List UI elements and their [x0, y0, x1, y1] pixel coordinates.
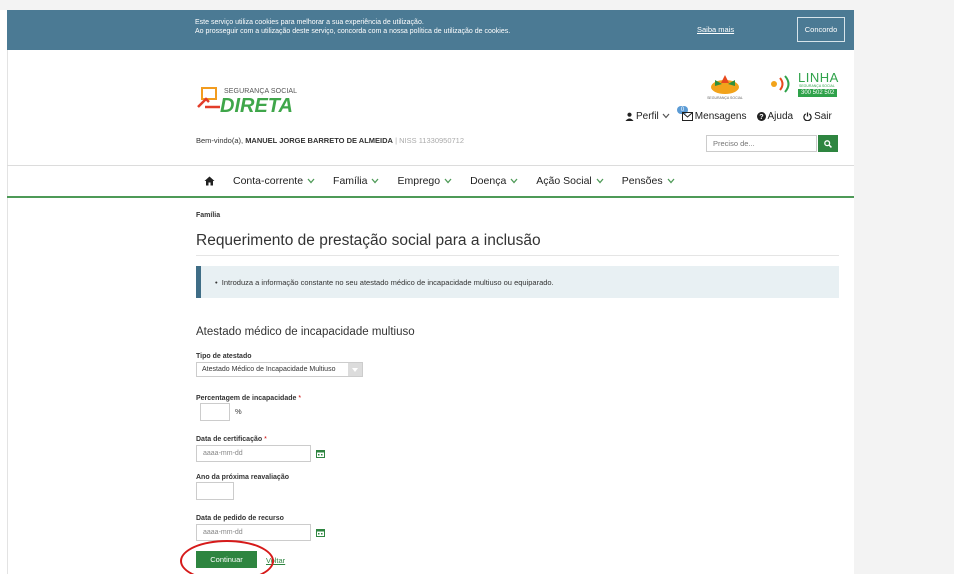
nav-conta-corrente[interactable]: Conta-corrente	[233, 175, 315, 187]
nav-familia[interactable]: Família	[333, 175, 379, 187]
cookie-accept-button[interactable]: Concordo	[797, 17, 845, 42]
nav-familia-label: Família	[333, 175, 368, 187]
search-button[interactable]	[818, 135, 838, 152]
logo-mark-icon	[197, 87, 220, 109]
info-box: • Introduza a informação constante no se…	[196, 266, 839, 298]
chevron-down-icon	[662, 113, 670, 119]
linha-sub: SEGURANÇA SOCIAL	[799, 84, 835, 88]
ajuda-link[interactable]: ? Ajuda	[756, 110, 794, 122]
chevron-down-icon	[596, 178, 604, 184]
nav-acao-social-label: Ação Social	[536, 175, 592, 187]
page-title: Requerimento de prestação social para a …	[196, 232, 541, 249]
nav-pensoes-label: Pensões	[621, 175, 663, 187]
data-recurso-input[interactable]: aaaa-mm-dd	[196, 524, 311, 541]
linha-logo: LINHA SEGURANÇA SOCIAL 300 502 502	[768, 70, 840, 100]
header-divider	[7, 165, 854, 166]
cookie-line-2: Ao prosseguir com a utilização deste ser…	[195, 28, 511, 35]
title-divider	[196, 255, 839, 256]
sair-label: Sair	[814, 110, 832, 122]
chevron-down-icon	[667, 178, 675, 184]
logo-small-text: SEGURANÇA SOCIAL	[224, 88, 298, 95]
cookie-text: Este serviço utiliza cookies para melhor…	[195, 18, 510, 36]
left-border	[7, 10, 8, 574]
search-input[interactable]	[706, 135, 817, 152]
calendar-icon[interactable]	[316, 528, 325, 537]
percentagem-label: Percentagem de incapacidade *	[196, 395, 301, 402]
nav-doenca[interactable]: Doença	[470, 175, 518, 187]
ss-logo-text: SEGURANÇA SOCIAL	[707, 96, 743, 100]
breadcrumb[interactable]: Família	[196, 212, 220, 219]
chevron-down-icon	[371, 178, 379, 184]
perfil-label: Perfil	[636, 110, 659, 122]
svg-text:?: ?	[759, 112, 763, 121]
ano-reavaliacao-input[interactable]	[196, 482, 234, 500]
linha-word: LINHA	[798, 70, 839, 85]
data-certificacao-placeholder: aaaa-mm-dd	[203, 450, 243, 457]
nav-emprego[interactable]: Emprego	[397, 175, 452, 187]
cookie-line-1: Este serviço utiliza cookies para melhor…	[195, 19, 424, 26]
percentagem-input[interactable]	[200, 403, 230, 421]
ajuda-label: Ajuda	[767, 110, 794, 122]
main-nav: Conta-corrente Família Emprego Doença Aç…	[204, 173, 693, 189]
data-certificacao-label: Data de certificação *	[196, 436, 267, 443]
nav-acao-social[interactable]: Ação Social	[536, 175, 604, 187]
power-icon	[803, 111, 812, 121]
data-certificacao-label-text: Data de certificação	[196, 436, 263, 443]
envelope-icon	[681, 111, 693, 121]
logo-big-text: DIRETA	[220, 95, 293, 117]
continue-button[interactable]: Continuar	[196, 551, 257, 568]
linha-number: 300 502 502	[798, 89, 838, 97]
welcome-text: Bem-vindo(a), MANUEL JORGE BARRETO DE AL…	[196, 136, 464, 145]
info-message: • Introduza a informação constante no se…	[215, 278, 554, 287]
help-icon: ?	[756, 111, 766, 121]
niss-text: | NISS 11330950712	[392, 136, 465, 145]
percent-unit: %	[235, 407, 242, 416]
phone-signal-icon	[771, 75, 790, 93]
nav-conta-corrente-label: Conta-corrente	[233, 175, 304, 187]
perfil-menu[interactable]: Perfil	[625, 111, 672, 122]
data-recurso-label: Data de pedido de recurso	[196, 515, 284, 522]
tipo-atestado-value: Atestado Médico de Incapacidade Multiuso	[202, 366, 336, 373]
required-marker: *	[264, 436, 267, 443]
chevron-down-icon	[444, 178, 452, 184]
back-link[interactable]: Voltar	[266, 556, 285, 565]
calendar-icon[interactable]	[316, 449, 325, 458]
info-message-text: Introduza a informação constante no seu …	[221, 278, 554, 287]
cookie-more-link[interactable]: Saiba mais	[697, 25, 734, 34]
mensagens-link[interactable]: Mensagens	[681, 110, 747, 122]
nav-doenca-label: Doença	[470, 175, 507, 187]
data-certificacao-input[interactable]: aaaa-mm-dd	[196, 445, 311, 462]
nav-pensoes[interactable]: Pensões	[622, 175, 675, 187]
welcome-prefix: Bem-vindo(a),	[196, 136, 246, 145]
required-marker: *	[298, 395, 302, 402]
cookie-banner: Este serviço utiliza cookies para melhor…	[7, 10, 854, 50]
user-name: MANUEL JORGE BARRETO DE ALMEIDA	[245, 136, 393, 145]
caret-down-icon	[352, 367, 358, 372]
tipo-atestado-select[interactable]: Atestado Médico de Incapacidade Multiuso	[196, 362, 363, 377]
data-recurso-placeholder: aaaa-mm-dd	[203, 529, 243, 536]
ss-logo-icon	[711, 75, 739, 94]
search-icon	[824, 139, 832, 148]
user-nav: Perfil Mensagens ? Ajuda Sair	[625, 108, 832, 124]
right-gutter	[854, 0, 954, 574]
home-icon	[204, 176, 215, 186]
nav-divider	[7, 196, 854, 198]
chevron-down-icon	[510, 178, 518, 184]
seguranca-social-logo: SEGURANÇA SOCIAL	[705, 72, 745, 102]
nav-emprego-label: Emprego	[397, 175, 441, 187]
sair-link[interactable]: Sair	[803, 111, 832, 122]
home-link[interactable]	[204, 176, 215, 186]
percentagem-label-text: Percentagem de incapacidade	[196, 395, 297, 402]
select-caret	[348, 363, 362, 376]
chevron-down-icon	[307, 178, 315, 184]
ano-reavaliacao-label: Ano da próxima reavaliação	[196, 474, 289, 481]
section-title: Atestado médico de incapacidade multiuso	[196, 326, 415, 338]
tipo-atestado-label: Tipo de atestado	[196, 353, 252, 360]
mensagens-label: Mensagens	[694, 110, 747, 122]
top-strip	[0, 0, 954, 10]
user-icon	[625, 112, 634, 121]
